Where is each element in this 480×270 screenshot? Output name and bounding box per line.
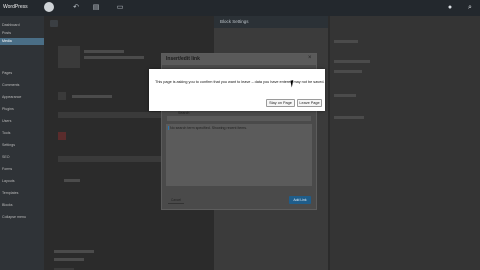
content-line [54,258,84,261]
inspector-line [334,40,358,43]
inspector-line [334,116,364,119]
content-line [84,50,124,53]
site-name[interactable]: WordPress [3,3,31,11]
sidebar-item-posts[interactable]: Posts [2,30,42,37]
sidebar-item-appearance[interactable]: Appearance [2,94,42,101]
sidebar-item-forms[interactable]: Forms [2,166,42,173]
content-line [72,95,112,98]
content-row [58,156,174,162]
leave-page-button[interactable]: Leave Page [297,99,322,107]
sidebar-item-templates[interactable]: Templates [2,190,42,197]
sidebar-item-seo[interactable]: SEO [2,154,42,161]
stay-on-page-button[interactable]: Stay on Page [266,99,295,107]
modal-title: Insert/edit link [166,56,200,62]
block-inspector [330,16,480,270]
inspector-line [334,94,356,97]
settings-panel-title: Block Settings [220,19,249,24]
comments-icon[interactable]: ▤ [92,3,100,12]
content-line [54,250,94,253]
sidebar-item-layouts[interactable]: Layouts [2,178,42,185]
inspector-line [334,60,370,63]
sidebar-item-tools[interactable]: Tools [2,130,42,137]
screen: WordPress ↶ ▤ ▭ ● ⌕ Dashboard Posts Medi… [0,0,480,270]
sidebar-item-collapse[interactable]: Collapse menu [2,214,42,221]
link-results-list: No search term specified. Showing recent… [166,124,312,186]
sidebar-item-comments[interactable]: Comments [2,82,42,89]
dialog-message: This page is asking you to confirm that … [155,80,325,84]
customize-icon[interactable]: ↶ [72,3,80,12]
search-input[interactable] [167,116,311,121]
block-icon [58,92,66,100]
cancel-button[interactable]: Cancel [168,197,184,204]
wp-logo-icon[interactable] [44,2,54,12]
settings-panel-header: Block Settings [214,16,328,28]
add-link-button[interactable]: Add Link [289,196,311,204]
admin-sidebar: Dashboard Posts Media Pages Comments App… [0,16,46,270]
sidebar-item-dashboard[interactable]: Dashboard [2,22,42,29]
sidebar-item-settings[interactable]: Settings [2,142,42,149]
mouse-cursor-icon [290,79,298,88]
image-placeholder [58,46,80,68]
sidebar-item-media[interactable]: Media [0,38,46,45]
user-icon[interactable]: ● [446,3,454,12]
admin-bar: WordPress ↶ ▤ ▭ ● ⌕ [0,0,480,16]
inspector-line [334,70,362,73]
search-icon[interactable]: ⌕ [466,3,474,12]
leave-page-dialog: This page is asking you to confirm that … [149,69,325,111]
modal-header: Insert/edit link × [162,54,316,65]
no-results-note: No search term specified. Showing recent… [168,126,248,130]
content-row [58,112,174,118]
sidebar-item-blocks[interactable]: Blocks [2,202,42,209]
sidebar-item-pages[interactable]: Pages [2,70,42,77]
sidebar-item-users[interactable]: Users [2,118,42,125]
close-icon[interactable]: × [308,55,312,61]
new-icon[interactable]: ▭ [116,3,124,12]
add-block-button[interactable] [50,20,58,27]
sidebar-item-plugins[interactable]: Plugins [2,106,42,113]
block-icon [58,132,66,140]
content-line [84,56,144,59]
content-line [64,179,80,182]
search-label: Search [178,111,190,115]
